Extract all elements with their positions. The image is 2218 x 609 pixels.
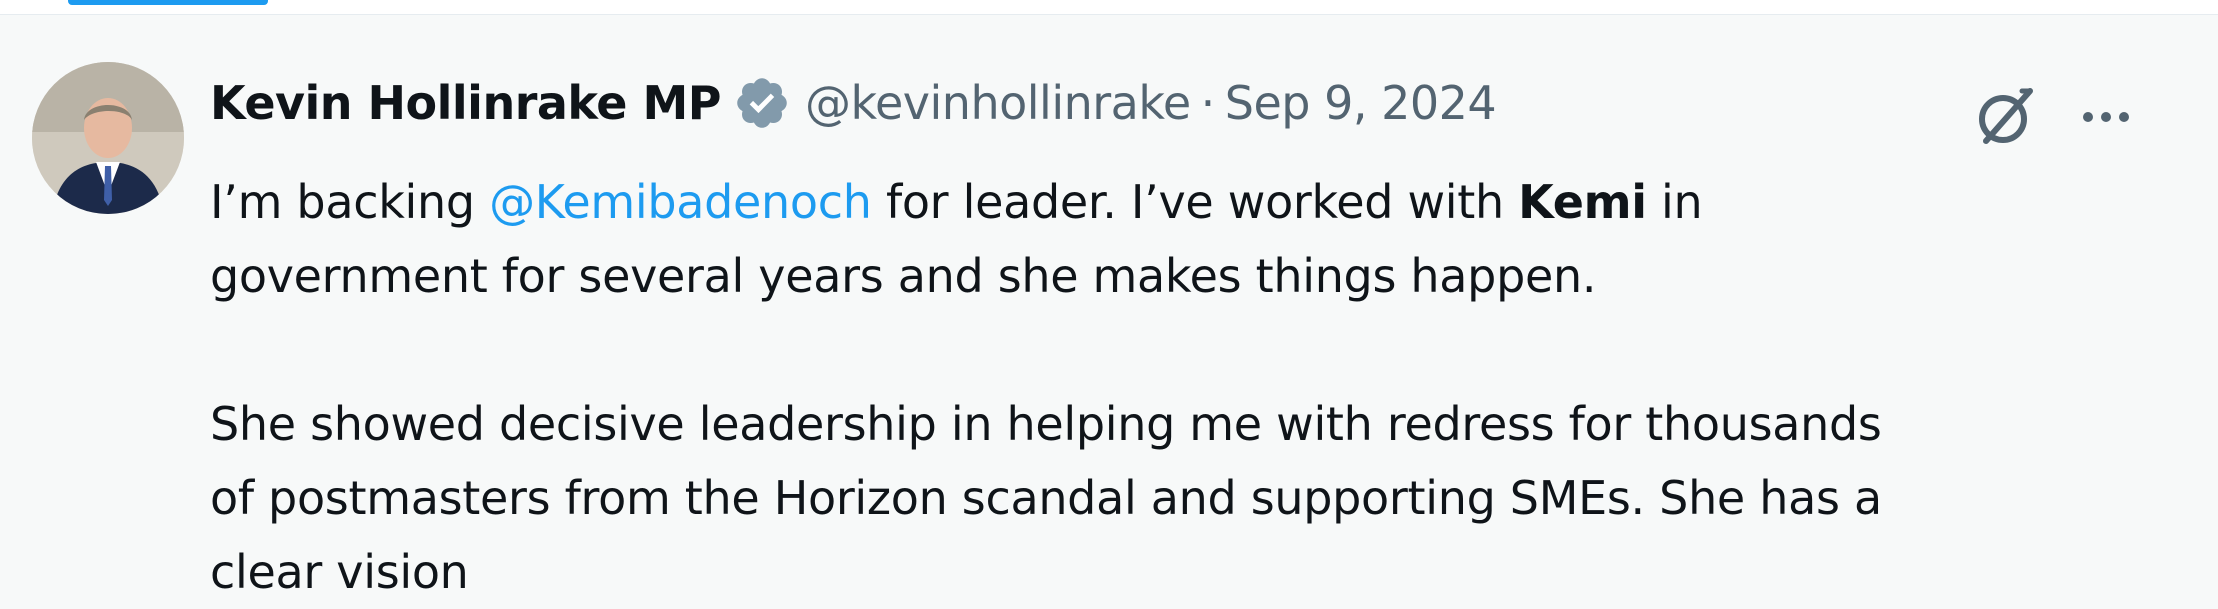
text-segment: for leader. I’ve worked with bbox=[885, 175, 1504, 229]
author-display-name[interactable]: Kevin Hollinrake MP bbox=[210, 76, 722, 130]
author-handle[interactable]: @kevinhollinrake bbox=[805, 76, 1191, 130]
post-header: Kevin Hollinrake MP @kevinhollinrake · S… bbox=[210, 73, 1497, 133]
separator-dot: · bbox=[1200, 76, 1216, 130]
mention-link[interactable]: @Kemibadenoch bbox=[489, 175, 872, 229]
active-tab-indicator bbox=[68, 0, 268, 5]
grok-icon[interactable] bbox=[1972, 83, 2038, 149]
more-horizontal-icon[interactable] bbox=[2076, 97, 2136, 137]
post-text-line: She showed decisive leadership in helpin… bbox=[210, 397, 1882, 451]
post-card[interactable]: Kevin Hollinrake MP @kevinhollinrake · S… bbox=[0, 15, 2218, 600]
post-text: I’m backing @Kemibadenoch for leader. I’… bbox=[210, 165, 2110, 609]
bold-text: Kemi bbox=[1518, 175, 1647, 229]
post-text-line: clear vision bbox=[210, 545, 469, 599]
post-text-line: of postmasters from the Horizon scandal … bbox=[210, 471, 1882, 525]
post-text-line: I’m backing @Kemibadenoch for leader. I’… bbox=[210, 165, 2110, 239]
verified-badge-icon bbox=[733, 74, 791, 132]
profile-photo-icon bbox=[32, 62, 184, 214]
post-date[interactable]: Sep 9, 2024 bbox=[1225, 76, 1497, 130]
top-strip bbox=[0, 0, 2218, 15]
text-segment: I’m backing bbox=[210, 175, 475, 229]
avatar[interactable] bbox=[32, 62, 184, 214]
text-segment: in bbox=[1661, 175, 1703, 229]
post-text-line: government for several years and she mak… bbox=[210, 249, 1597, 303]
